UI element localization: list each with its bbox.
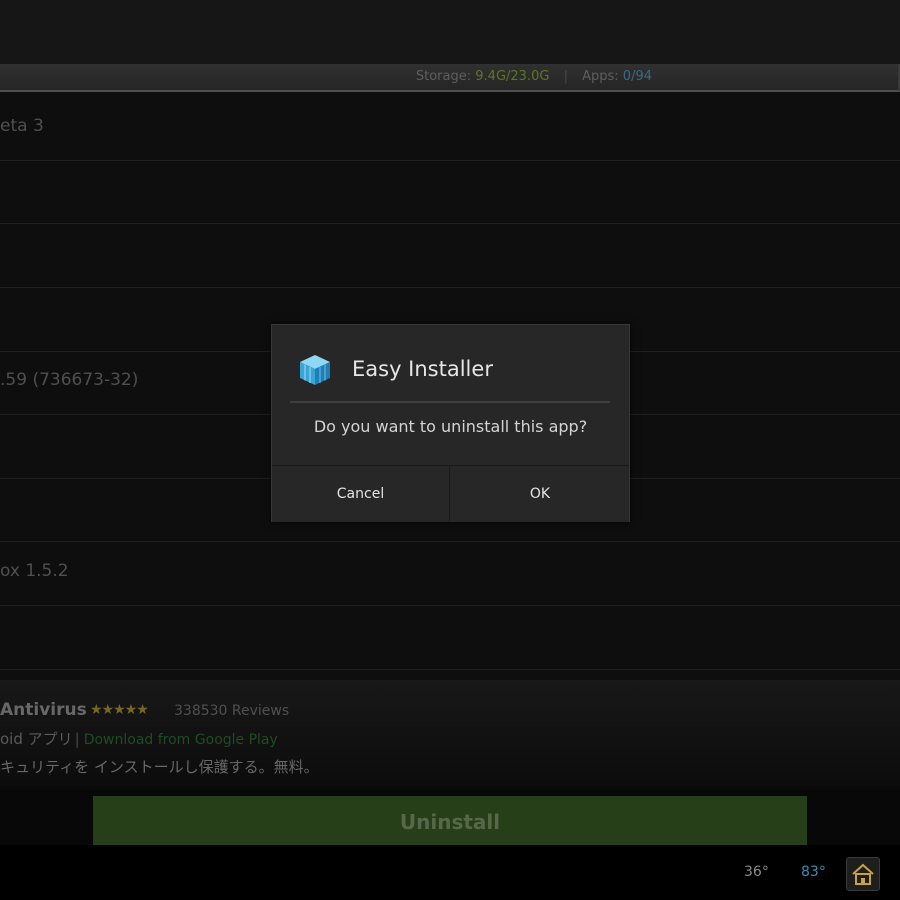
dialog-message: Do you want to uninstall this app? — [313, 417, 588, 436]
dialog-divider — [290, 401, 610, 403]
uninstall-dialog: Easy Installer Do you want to uninstall … — [271, 324, 630, 522]
battery-temperature: 83° — [801, 864, 826, 880]
cancel-button[interactable]: Cancel — [272, 466, 450, 522]
dialog-button-bar: Cancel OK — [272, 465, 629, 522]
cube-icon — [298, 353, 332, 387]
ok-button[interactable]: OK — [451, 466, 629, 522]
dialog-title: Easy Installer — [352, 357, 493, 381]
temperature-reading: 36° — [744, 864, 769, 880]
home-icon[interactable] — [846, 857, 880, 891]
system-navbar: 36° 83° — [0, 845, 900, 900]
